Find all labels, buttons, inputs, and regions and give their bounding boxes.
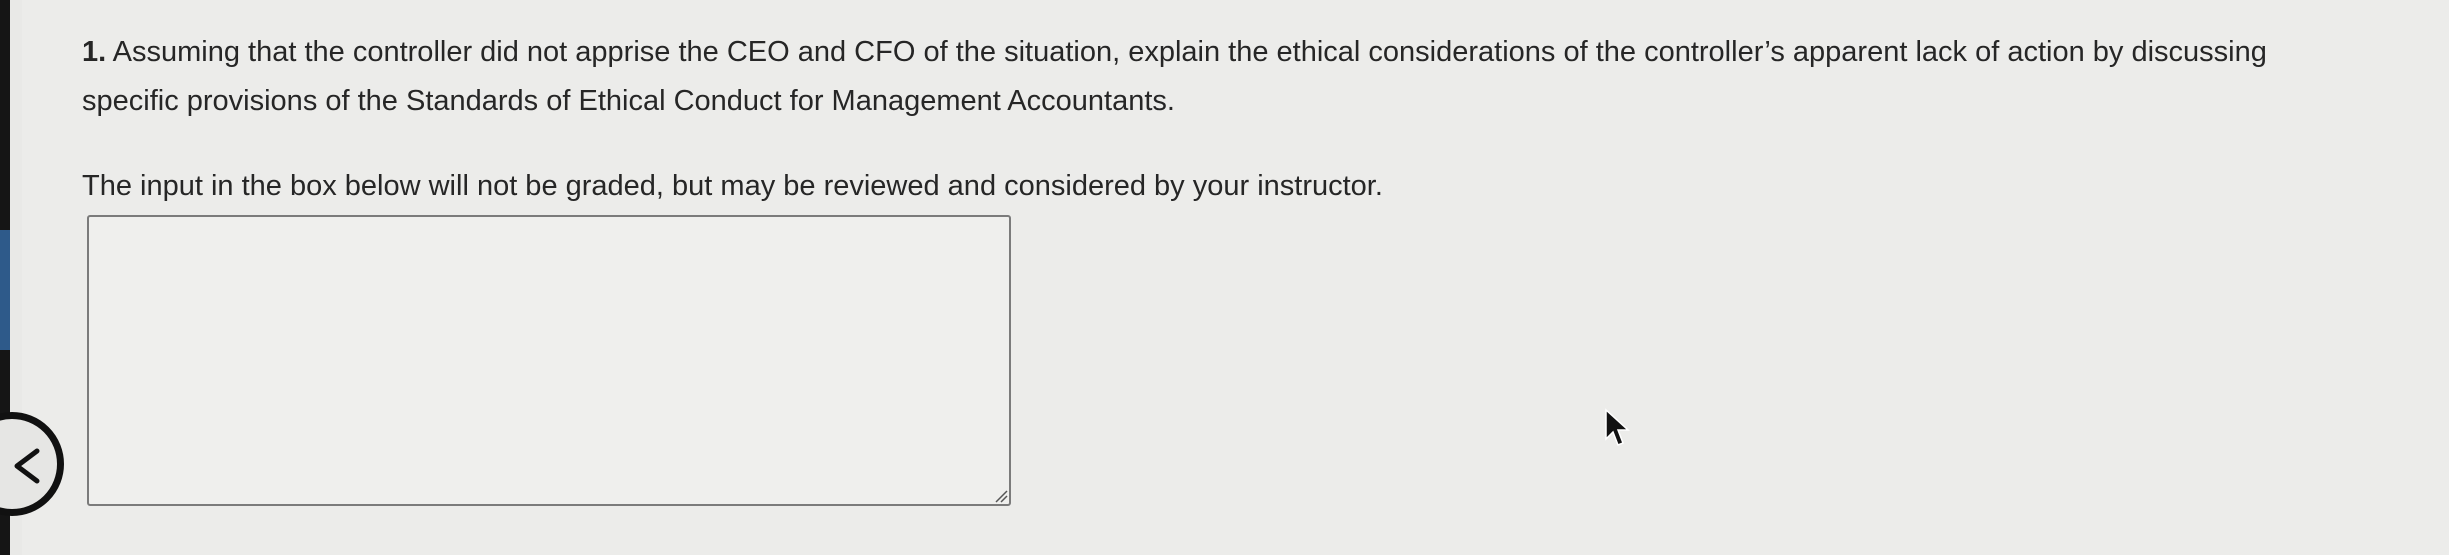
resize-grip-icon[interactable] <box>994 489 1008 503</box>
mouse-pointer-icon <box>1605 408 1630 446</box>
question-prompt: 1. Assuming that the controller did not … <box>82 28 2432 126</box>
ungraded-instruction: The input in the box below will not be g… <box>82 170 1383 202</box>
answer-textarea[interactable] <box>87 215 1011 506</box>
question-text-line-2: specific provisions of the Standards of … <box>82 85 1175 117</box>
question-line-1: 1. Assuming that the controller did not … <box>82 28 2432 77</box>
left-edge-accent <box>0 230 10 350</box>
question-number: 1. <box>82 36 107 68</box>
chevron-left-icon <box>14 448 40 484</box>
question-text-line-1: Assuming that the controller did not app… <box>112 36 2267 68</box>
